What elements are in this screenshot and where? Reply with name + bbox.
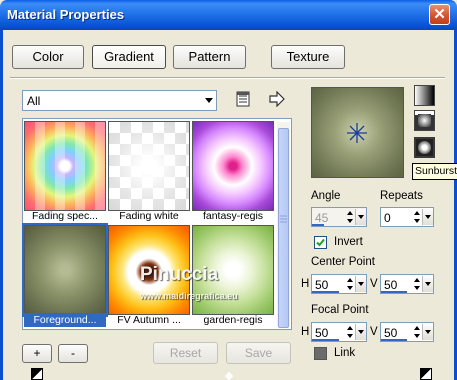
resource-manager-icon[interactable] bbox=[234, 90, 252, 108]
spin-arrows-icon[interactable] bbox=[345, 276, 355, 292]
spin-arrows-icon[interactable] bbox=[345, 209, 355, 225]
center-point-icon[interactable] bbox=[312, 88, 403, 177]
spin-arrows-icon[interactable] bbox=[345, 324, 355, 340]
chevron-down-icon[interactable] bbox=[355, 324, 366, 340]
style-tooltip: Sunburst bbox=[412, 163, 457, 180]
sunburst-style-icon[interactable] bbox=[414, 137, 435, 158]
gradient-item[interactable]: Fading white bbox=[108, 121, 190, 223]
chevron-down-icon[interactable] bbox=[422, 324, 433, 340]
chevron-down-icon[interactable] bbox=[355, 209, 366, 225]
window-title: Material Properties bbox=[7, 7, 125, 22]
gradient-list-scrollbar[interactable] bbox=[277, 122, 290, 328]
repeats-spinner[interactable]: 0 bbox=[380, 207, 434, 227]
center-h-spinner[interactable]: 50 bbox=[311, 274, 367, 294]
tab-separator bbox=[10, 77, 445, 79]
sunburst-style-inner bbox=[418, 141, 431, 154]
linear-style-icon[interactable] bbox=[414, 85, 435, 106]
arrow-right-icon[interactable] bbox=[268, 90, 286, 108]
focal-v-label: V bbox=[370, 326, 378, 338]
category-value: All bbox=[27, 94, 41, 108]
focal-h-spinner[interactable]: 50 bbox=[311, 322, 367, 342]
angle-slider[interactable] bbox=[312, 224, 324, 226]
focal-h-value: 50 bbox=[315, 326, 329, 340]
chevron-down-icon[interactable] bbox=[422, 209, 433, 225]
center-v-label: V bbox=[370, 278, 378, 290]
gradient-swatch bbox=[22, 223, 108, 317]
center-v-slider[interactable] bbox=[381, 291, 407, 293]
spin-arrows-icon[interactable] bbox=[412, 276, 422, 292]
chevron-down-icon[interactable] bbox=[422, 276, 433, 292]
chevron-down-icon[interactable] bbox=[355, 276, 366, 292]
add-button[interactable]: + bbox=[22, 344, 52, 363]
swap-colors-icon[interactable] bbox=[31, 368, 43, 380]
gradient-item[interactable]: Foreground... bbox=[22, 223, 108, 327]
gradient-name: Fading spec... bbox=[32, 210, 98, 222]
category-dropdown[interactable]: All bbox=[22, 90, 217, 111]
gradient-name: Fading white bbox=[119, 210, 179, 222]
spin-arrows-icon[interactable] bbox=[412, 324, 422, 340]
tab-texture[interactable]: Texture bbox=[271, 45, 345, 69]
watermark-site: www.maidiregrafica.eu bbox=[140, 291, 238, 301]
reset-button[interactable]: Reset bbox=[153, 342, 218, 364]
gradient-name: Foreground... bbox=[24, 313, 106, 327]
chevron-down-icon bbox=[205, 98, 213, 103]
rectangular-style-inner bbox=[418, 114, 431, 127]
focal-v-value: 50 bbox=[384, 326, 398, 340]
title-bar: Material Properties ✕ bbox=[0, 0, 457, 30]
link-label: Link bbox=[334, 347, 356, 359]
focal-h-slider[interactable] bbox=[312, 339, 339, 341]
gradient-name: garden-regis bbox=[203, 314, 263, 326]
angle-spinner[interactable]: 45 bbox=[311, 207, 367, 227]
focal-h-label: H bbox=[301, 326, 310, 338]
spin-arrows-icon[interactable] bbox=[412, 209, 422, 225]
watermark-name: Pinuccia bbox=[140, 264, 219, 285]
close-icon: ✕ bbox=[433, 6, 446, 23]
gradient-item[interactable]: fantasy-regis bbox=[192, 121, 274, 223]
focal-point-label: Focal Point bbox=[311, 304, 369, 316]
tab-pattern[interactable]: Pattern bbox=[173, 45, 246, 69]
gradient-preview bbox=[311, 87, 404, 178]
angle-label: Angle bbox=[311, 190, 341, 202]
angle-value: 45 bbox=[315, 211, 329, 225]
center-h-label: H bbox=[301, 278, 310, 290]
center-v-spinner[interactable]: 50 bbox=[380, 274, 434, 294]
scrollbar-thumb[interactable] bbox=[278, 128, 289, 328]
gradient-swatch bbox=[108, 121, 190, 211]
grip-icon bbox=[280, 215, 287, 223]
center-h-slider[interactable] bbox=[312, 291, 339, 293]
swap-colors-icon-right[interactable] bbox=[420, 368, 432, 380]
invert-label: Invert bbox=[334, 236, 363, 248]
gradient-name: FV Autumn ... bbox=[117, 314, 181, 326]
remove-button[interactable]: - bbox=[58, 344, 88, 363]
link-checkbox[interactable] bbox=[314, 347, 327, 360]
invert-checkbox[interactable] bbox=[314, 236, 327, 249]
save-button[interactable]: Save bbox=[226, 342, 291, 364]
gradient-swatch bbox=[192, 121, 274, 211]
repeats-label: Repeats bbox=[380, 190, 423, 202]
checkmark-icon bbox=[316, 238, 325, 247]
center-h-value: 50 bbox=[315, 278, 329, 292]
tab-color[interactable]: Color bbox=[12, 45, 84, 69]
center-v-value: 50 bbox=[384, 278, 398, 292]
tab-gradient[interactable]: Gradient bbox=[92, 45, 166, 69]
close-button[interactable]: ✕ bbox=[429, 4, 450, 25]
center-point-label: Center Point bbox=[311, 256, 375, 268]
rectangular-style-icon[interactable] bbox=[414, 110, 435, 131]
gradient-swatch bbox=[24, 121, 106, 211]
gradient-name: fantasy-regis bbox=[202, 210, 264, 222]
focal-v-spinner[interactable]: 50 bbox=[380, 322, 434, 342]
gradient-item[interactable]: Fading spec... bbox=[24, 121, 106, 223]
repeats-value: 0 bbox=[384, 211, 391, 225]
focal-v-slider[interactable] bbox=[381, 339, 407, 341]
